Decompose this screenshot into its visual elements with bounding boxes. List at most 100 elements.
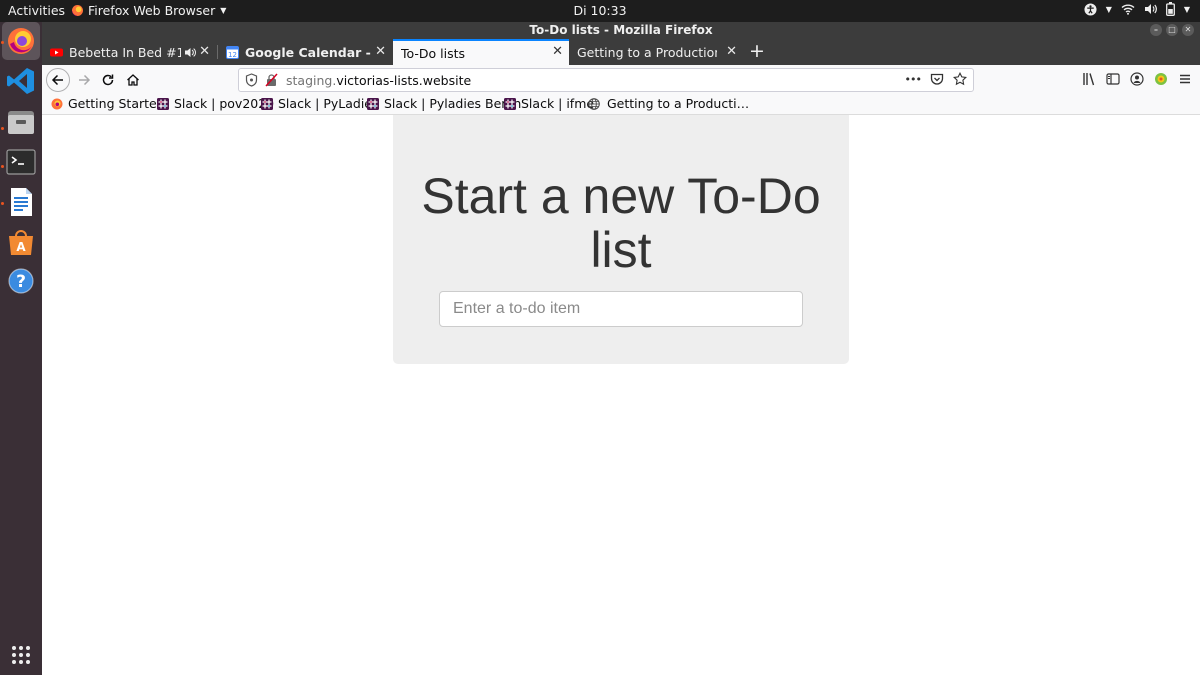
accessibility-icon[interactable] xyxy=(1084,2,1097,16)
maximize-button[interactable]: □ xyxy=(1166,24,1178,36)
help-icon: ? xyxy=(8,268,34,294)
slack-icon xyxy=(504,97,516,110)
home-button[interactable] xyxy=(121,68,145,92)
bookmark-label: Slack | pov2020 xyxy=(174,96,275,111)
firefox-icon xyxy=(51,98,63,109)
tab-label: To-Do lists xyxy=(401,45,466,61)
bookmark-label: Slack | ifme xyxy=(521,96,595,111)
bookmark-slack-pyladies-berlin[interactable]: Slack | Pyladies Berlin xyxy=(367,96,521,111)
slack-icon xyxy=(367,97,379,110)
home-icon xyxy=(127,74,139,86)
bookmark-getting-started[interactable]: Getting Started xyxy=(51,96,165,111)
wifi-icon[interactable] xyxy=(1121,3,1135,15)
tab-label: Bebetta In Bed #11 Bebetta xyxy=(69,44,181,60)
tab-close-icon[interactable]: ✕ xyxy=(726,44,737,59)
forward-button[interactable] xyxy=(72,68,96,92)
bookmark-slack-ifme[interactable]: Slack | ifme xyxy=(504,96,594,111)
back-button[interactable] xyxy=(46,68,70,92)
bookmark-label: Slack | Pyladies Berlin xyxy=(384,96,522,111)
vscode-icon xyxy=(7,68,34,94)
bookmark-slack-pov2020[interactable]: Slack | pov2020 xyxy=(157,96,274,111)
library-icon[interactable] xyxy=(1082,72,1096,86)
dock-firefox[interactable] xyxy=(2,22,40,60)
show-applications-button[interactable] xyxy=(5,639,37,671)
terminal-icon xyxy=(6,149,36,175)
system-tray[interactable]: ▼ ▼ xyxy=(1084,2,1190,16)
insecure-lock-icon[interactable] xyxy=(265,73,278,87)
minimize-button[interactable]: – xyxy=(1150,24,1162,36)
window-controls: – □ ✕ xyxy=(1150,24,1194,36)
slack-icon xyxy=(261,97,273,110)
url-text: staging.victorias-lists.website xyxy=(286,73,471,88)
url-domain: victorias-lists.website xyxy=(336,73,472,88)
new-item-input[interactable] xyxy=(439,291,803,327)
account-icon[interactable] xyxy=(1130,72,1144,86)
bookmark-star-icon[interactable] xyxy=(953,72,967,86)
page-heading: Start a new To-Do list xyxy=(421,168,821,278)
url-bar-actions: ••• xyxy=(905,72,967,86)
bookmarks-toolbar: Getting Started Slack | pov2020 Slack | … xyxy=(42,94,1200,115)
tab-todo-lists[interactable]: To-Do lists ✕ xyxy=(393,39,569,65)
dock-software[interactable]: A xyxy=(5,226,37,258)
dock-vscode[interactable] xyxy=(5,65,37,97)
jumbotron: Start a new To-Do list xyxy=(393,115,849,364)
tab-close-icon[interactable]: ✕ xyxy=(375,44,386,59)
dock: A ? xyxy=(0,22,42,675)
bookmark-getting-to-production[interactable]: Getting to a Producti… xyxy=(588,96,749,111)
dock-running-indicator xyxy=(1,41,4,44)
firefox-icon xyxy=(8,28,34,54)
bookmark-label: Getting Started xyxy=(68,96,165,111)
url-subdomain: staging. xyxy=(286,73,337,88)
new-tab-button[interactable]: + xyxy=(749,40,765,62)
dock-writer[interactable] xyxy=(5,186,37,218)
dock-running-indicator xyxy=(1,202,4,205)
close-window-button[interactable]: ✕ xyxy=(1182,24,1194,36)
files-icon xyxy=(8,111,34,134)
page-actions-button[interactable]: ••• xyxy=(905,73,922,86)
globe-icon xyxy=(588,97,600,110)
accessibility-caret-icon: ▼ xyxy=(1105,4,1112,14)
dock-running-indicator xyxy=(1,127,4,130)
clock[interactable]: Di 10:33 xyxy=(0,3,1200,18)
youtube-icon xyxy=(50,48,63,56)
svg-text:A: A xyxy=(16,240,26,254)
calendar-icon: 12 xyxy=(226,45,239,59)
url-bar-left-icons xyxy=(245,73,278,87)
dock-help[interactable]: ? xyxy=(5,265,37,297)
software-center-icon: A xyxy=(9,230,33,255)
battery-icon[interactable] xyxy=(1165,2,1175,16)
tab-youtube[interactable]: Bebetta In Bed #11 Bebetta ✕ xyxy=(42,39,216,65)
system-top-bar: Activities Firefox Web Browser ▼ Di 10:3… xyxy=(0,0,1200,22)
dock-running-indicator xyxy=(1,165,4,168)
svg-text:?: ? xyxy=(16,272,26,292)
back-arrow-icon xyxy=(51,74,63,86)
tab-google-calendar[interactable]: 12 Google Calendar - Week ✕ xyxy=(218,39,392,65)
dock-files[interactable] xyxy=(5,106,37,138)
tab-label: Google Calendar - Week xyxy=(245,44,373,60)
bookmark-slack-pyladies[interactable]: Slack | PyLadies xyxy=(261,96,379,111)
tab-label: Getting to a Production-Ready xyxy=(577,44,717,60)
reload-icon xyxy=(102,74,114,86)
nav-toolbar: staging.victorias-lists.website ••• xyxy=(42,65,1200,94)
url-bar[interactable]: staging.victorias-lists.website ••• xyxy=(238,68,974,92)
shield-icon[interactable] xyxy=(245,73,258,87)
speaker-icon[interactable] xyxy=(184,47,196,58)
dock-terminal[interactable] xyxy=(5,146,37,178)
menu-icon[interactable] xyxy=(1178,72,1192,86)
toolbar-right-buttons xyxy=(1082,72,1192,86)
tab-close-icon[interactable]: ✕ xyxy=(199,44,210,59)
calendar-badge: 12 xyxy=(228,51,237,59)
page-content: Start a new To-Do list xyxy=(42,115,1200,675)
volume-icon[interactable] xyxy=(1144,3,1157,15)
window-titlebar[interactable]: To-Do lists - Mozilla Firefox – □ ✕ xyxy=(42,22,1200,39)
sidebar-icon[interactable] xyxy=(1106,72,1120,86)
tab-production-ready[interactable]: Getting to a Production-Ready ✕ xyxy=(569,39,743,65)
pocket-icon[interactable] xyxy=(930,73,944,86)
reload-button[interactable] xyxy=(96,68,120,92)
tab-close-icon[interactable]: ✕ xyxy=(552,44,563,59)
app-grid-icon xyxy=(12,646,30,664)
system-menu-caret-icon: ▼ xyxy=(1183,4,1190,14)
extension-icon[interactable] xyxy=(1154,72,1168,86)
bookmark-label: Slack | PyLadies xyxy=(278,96,379,111)
forward-arrow-icon xyxy=(79,74,91,86)
